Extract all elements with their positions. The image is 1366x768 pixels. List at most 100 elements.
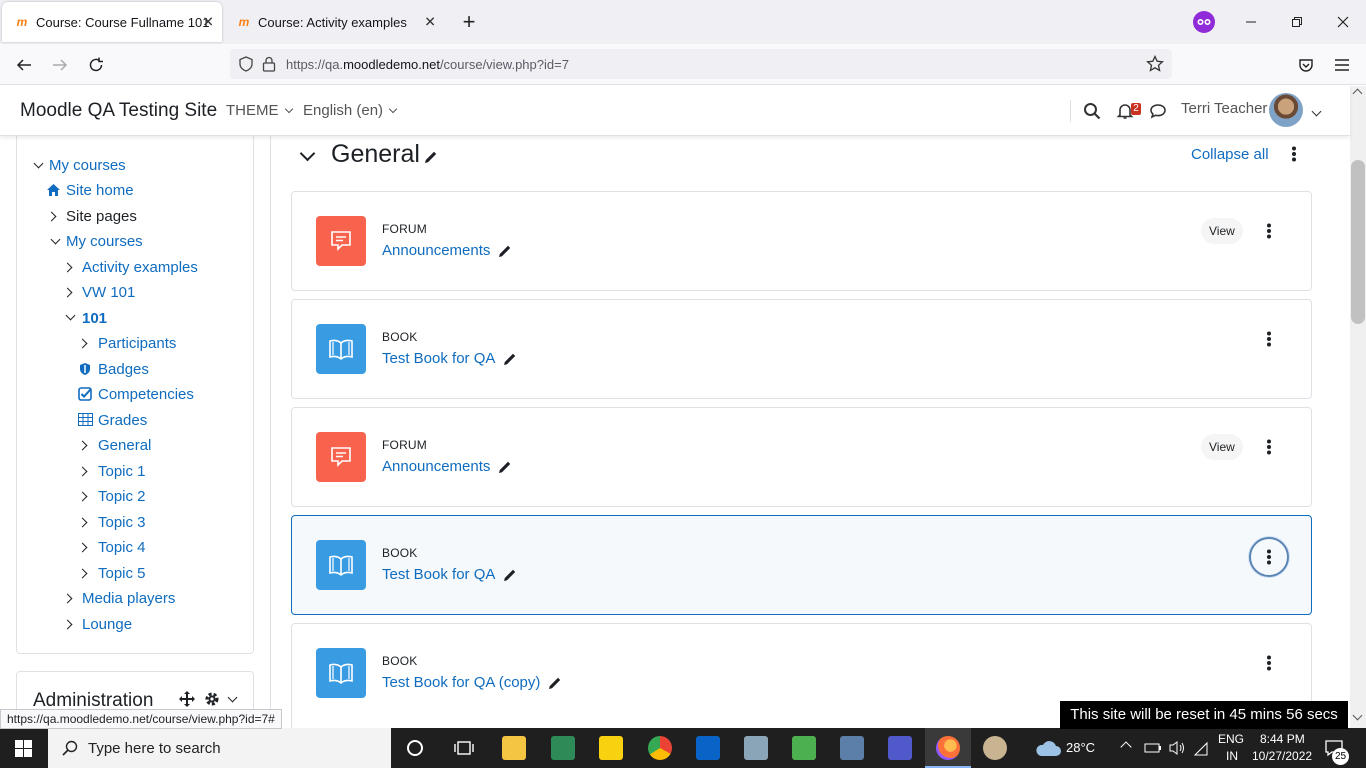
taskbar-search-box[interactable]: Type here to search [48,728,391,768]
sidebar-item-general[interactable]: General [98,437,151,454]
sidebar-item-activity-examples[interactable]: Activity examples [82,259,198,276]
sidebar-item-topic-4[interactable]: Topic 4 [98,539,146,556]
browser-tab-active[interactable]: m Course: Course Fullname 101 ✕ [2,2,222,42]
edit-pencil-icon[interactable] [498,460,512,474]
wifi-icon[interactable] [1193,740,1209,756]
scroll-down-icon[interactable] [1352,710,1363,721]
activity-actions-kebab-icon[interactable] [1249,537,1289,577]
activity-name[interactable]: Announcements [382,242,490,259]
file-explorer-icon[interactable] [502,736,526,760]
sidebar-item-badges[interactable]: Badges [98,361,149,378]
sidebar-item-topic-2[interactable]: Topic 2 [98,488,146,505]
firefox-taskbar-button[interactable] [925,728,971,768]
user-menu-chevron-icon[interactable] [1311,106,1322,117]
activity-name-link[interactable]: Test Book for QA [382,566,517,583]
paint-icon[interactable] [983,736,1007,760]
forward-icon[interactable] [45,50,75,80]
bookmark-star-icon[interactable] [1146,55,1164,73]
shield-icon[interactable] [238,56,254,72]
sidebar-item-competencies[interactable]: Competencies [98,386,194,403]
activity-card-book-highlighted[interactable]: BOOK Test Book for QA [291,515,1312,615]
browser-tab[interactable]: m Course: Activity examples ✕ [224,0,444,44]
teams-icon[interactable] [888,736,912,760]
avatar[interactable] [1269,93,1303,127]
clock-time[interactable]: 8:44 PM [1260,732,1305,746]
activity-actions-kebab-icon[interactable] [1258,436,1280,458]
outlook-icon[interactable] [696,736,720,760]
messages-icon[interactable] [1147,100,1169,122]
close-tab-icon[interactable]: ✕ [424,14,436,31]
edit-pencil-icon[interactable] [424,150,438,164]
activity-name[interactable]: Test Book for QA (copy) [382,674,540,691]
address-bar[interactable]: https://qa. moodledemo.net/course/view.ph… [230,49,1172,79]
sidebar-item-my-courses-sub[interactable]: My courses [66,233,143,250]
sidebar-item-vw-101[interactable]: VW 101 [82,284,135,301]
user-name[interactable]: Terri Teacher [1181,100,1267,117]
sidebar-item-topic-3[interactable]: Topic 3 [98,514,146,531]
activity-name[interactable]: Test Book for QA [382,566,495,583]
sticky-notes-icon[interactable] [599,736,623,760]
restore-icon[interactable] [1274,0,1320,44]
edit-pencil-icon[interactable] [498,244,512,258]
sidebar-item-topic-1[interactable]: Topic 1 [98,463,146,480]
clock-date[interactable]: 10/27/2022 [1252,749,1312,763]
search-icon[interactable] [1081,100,1103,122]
edit-pencil-icon[interactable] [503,352,517,366]
activity-name-link[interactable]: Test Book for QA (copy) [382,674,562,691]
activity-actions-kebab-icon[interactable] [1258,328,1280,350]
app-icon[interactable] [551,736,575,760]
lock-icon[interactable] [262,56,276,72]
minimize-icon[interactable] [1228,0,1274,44]
app-icon[interactable] [744,736,768,760]
section-actions-kebab-icon[interactable] [1291,146,1297,162]
close-window-icon[interactable] [1320,0,1366,44]
view-button[interactable]: View [1201,218,1243,244]
activity-name-link[interactable]: Announcements [382,242,512,259]
collapse-all-link[interactable]: Collapse all [1191,146,1269,163]
language-menu[interactable]: English (en) [303,102,398,119]
gear-icon[interactable] [204,691,220,707]
reload-icon[interactable] [81,50,111,80]
windows-start-icon[interactable] [15,740,32,757]
language-indicator-bottom[interactable]: IN [1226,749,1238,763]
chevron-down-icon[interactable] [227,692,238,703]
sidebar-item-101[interactable]: 101 [82,310,107,327]
chrome-icon[interactable] [648,736,672,760]
site-name[interactable]: Moodle QA Testing Site [20,100,217,122]
sidebar-item-media-players[interactable]: Media players [82,590,175,607]
activity-name[interactable]: Test Book for QA [382,350,495,367]
sidebar-item-site-pages[interactable]: Site pages [66,208,137,225]
tray-chevron-up-icon[interactable] [1120,741,1132,753]
back-icon[interactable] [9,50,39,80]
language-indicator-top[interactable]: ENG [1218,732,1244,746]
theme-menu[interactable]: THEME [226,102,293,119]
volume-icon[interactable] [1168,740,1186,756]
activity-name-link[interactable]: Test Book for QA [382,350,517,367]
sidebar-item-grades[interactable]: Grades [98,412,147,429]
app-icon[interactable] [840,736,864,760]
sidebar-item-site-home[interactable]: Site home [66,182,134,199]
close-tab-icon[interactable]: ✕ [202,14,214,31]
activity-actions-kebab-icon[interactable] [1258,652,1280,674]
edit-pencil-icon[interactable] [548,676,562,690]
edit-pencil-icon[interactable] [503,568,517,582]
task-view-icon[interactable] [454,739,474,757]
temperature[interactable]: 28°C [1066,740,1095,755]
activity-name-link[interactable]: Announcements [382,458,512,475]
view-button[interactable]: View [1201,434,1243,460]
sidebar-item-my-courses[interactable]: My courses [49,157,126,174]
app-icon[interactable] [792,736,816,760]
scroll-up-icon[interactable] [1352,88,1363,99]
scrollbar-thumb[interactable] [1351,160,1365,324]
activity-actions-kebab-icon[interactable] [1258,220,1280,242]
battery-icon[interactable] [1144,742,1162,754]
sidebar-item-participants[interactable]: Participants [98,335,176,352]
cortana-icon[interactable] [406,739,424,757]
activity-name[interactable]: Announcements [382,458,490,475]
activity-card-forum[interactable]: FORUM Announcements View [291,407,1312,507]
new-tab-icon[interactable]: + [447,0,491,44]
sidebar-item-topic-5[interactable]: Topic 5 [98,565,146,582]
sidebar-item-lounge[interactable]: Lounge [82,616,132,633]
pocket-icon[interactable] [1291,50,1321,80]
move-icon[interactable] [179,691,195,707]
